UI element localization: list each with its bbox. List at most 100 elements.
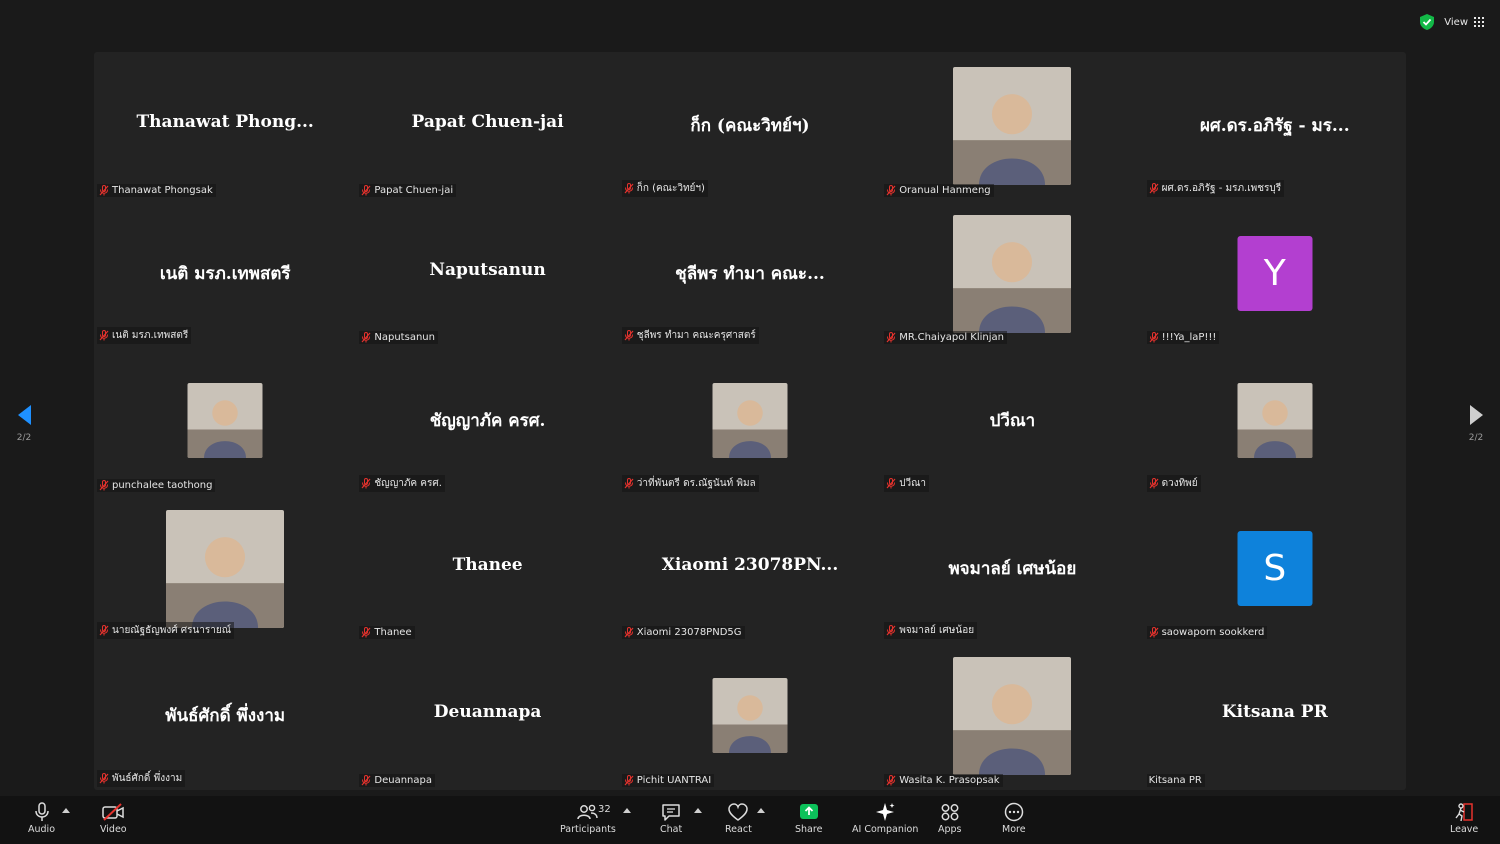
leave-button[interactable]: Leave [1450, 802, 1478, 835]
participants-label: Participants [560, 824, 616, 835]
profile-photo-placeholder [953, 657, 1072, 776]
participant-name-tag: Wasita K. Prasopsak [884, 774, 1003, 787]
participant-name-tag: ก็ก (คณะวิทย์ฯ) [621, 179, 708, 197]
microphone-muted-icon [624, 182, 634, 194]
participant-display-name: Thanee [452, 554, 523, 575]
participant-tile[interactable]: Wasita K. Prasopsak [881, 642, 1143, 790]
ai-companion-button[interactable]: AI Companion [852, 802, 918, 835]
participant-name: Kitsana PR [1148, 775, 1202, 786]
participant-name: punchalee taothong [112, 479, 213, 491]
apps-button[interactable]: Apps [938, 802, 962, 835]
microphone-muted-icon [361, 477, 371, 489]
participants-icon [577, 804, 598, 820]
video-label: Video [100, 824, 127, 835]
next-page-button[interactable]: 2/2 [1462, 405, 1490, 443]
chat-options-caret[interactable] [694, 808, 702, 813]
participant-name: ว่าที่พันตรี ดร.ณัฐนันท์ พิมล [636, 477, 756, 489]
participant-tile[interactable]: Deuannapa Deuannapa [356, 642, 618, 790]
react-button[interactable]: React [725, 802, 752, 835]
participant-tile[interactable]: พันธ์ศักดิ์ พึ่งงาม พันธ์ศักดิ์ พึ่งงาม [94, 642, 356, 790]
participant-name-tag: ผศ.ดร.อภิรัฐ - มรภ.เพชรบุรี [1146, 179, 1285, 197]
participant-tile[interactable]: พจมาลย์ เศษน้อย พจมาลย์ เศษน้อย [881, 495, 1143, 643]
participant-name-tag: ดวงทิพย์ [1146, 474, 1201, 492]
participant-name: Thanee [374, 627, 412, 639]
participant-name: เนติ มรภ.เทพสตรี [112, 330, 189, 342]
video-off-icon [102, 803, 125, 821]
share-screen-icon [799, 804, 818, 819]
sparkle-icon [876, 803, 895, 821]
participant-tile[interactable]: Xiaomi 23078PN... Xiaomi 23078PND5G [619, 495, 881, 643]
participant-tile[interactable]: MR.Chaiyapol Klinjan [881, 200, 1143, 348]
participant-name-tag: ชุลีพร ทำมา คณะครุศาสตร์ [621, 327, 759, 345]
participant-tile[interactable]: ก็ก (คณะวิทย์ฯ) ก็ก (คณะวิทย์ฯ) [619, 52, 881, 200]
participant-tile[interactable]: Y !!!Ya_laP!!! [1144, 200, 1406, 348]
participant-name: saowaporn sookkerd [1161, 627, 1265, 639]
microphone-muted-icon [886, 625, 896, 636]
top-controls: View [1420, 13, 1484, 31]
participant-gallery: Thanawat Phong... Thanawat Phongsak Papat … [94, 52, 1406, 790]
audio-options-caret[interactable] [62, 808, 70, 813]
microphone-muted-icon [624, 775, 634, 786]
participant-name: พันธ์ศักดิ์ พึ่งงาม [112, 773, 183, 784]
participant-tile[interactable]: punchalee taothong [94, 347, 356, 495]
participant-tile[interactable]: ปวีณา ปวีณา [881, 347, 1143, 495]
participant-tile[interactable]: ผศ.ดร.อภิรัฐ - มร... ผศ.ดร.อภิรัฐ - มรภ.เ… [1144, 52, 1406, 200]
participant-tile[interactable]: ชัญญาภัค ครศ. ชัญญาภัค ครศ. [356, 347, 618, 495]
previous-page-button[interactable]: 2/2 [10, 405, 38, 443]
participant-tile[interactable]: ว่าที่พันตรี ดร.ณัฐนันท์ พิมล [619, 347, 881, 495]
profile-photo-placeholder [712, 678, 788, 754]
participant-tile[interactable]: Ssaowaporn sookkerd [1144, 495, 1406, 643]
participant-display-name: ก็ก (คณะวิทย์ฯ) [690, 116, 810, 136]
video-button[interactable]: Video [100, 802, 127, 835]
chat-icon [662, 804, 680, 821]
microphone-muted-icon [624, 330, 634, 341]
react-options-caret[interactable] [757, 808, 765, 813]
participants-count: 32 [598, 804, 611, 815]
more-button[interactable]: More [1002, 802, 1026, 835]
participants-options-caret[interactable] [623, 808, 631, 813]
apps-icon [941, 804, 959, 821]
participant-name-tag: พจมาลย์ เศษน้อย [884, 622, 978, 640]
profile-photo-placeholder [187, 383, 263, 459]
participant-display-name: พันธ์ศักดิ์ พึ่งงาม [165, 706, 286, 727]
profile-photo-placeholder [166, 509, 285, 628]
leave-door-icon [1455, 803, 1473, 822]
participant-tile[interactable]: Thanawat Phong... Thanawat Phongsak [94, 52, 356, 200]
ai-companion-label: AI Companion [852, 824, 919, 835]
security-shield-icon[interactable] [1420, 14, 1435, 30]
more-label: More [1002, 824, 1026, 835]
participant-tile[interactable]: Pichit UANTRAI [619, 642, 881, 790]
participant-tile[interactable]: ดวงทิพย์ [1144, 347, 1406, 495]
participant-name: Xiaomi 23078PND5G [636, 627, 742, 639]
chat-button[interactable]: Chat [660, 802, 682, 835]
participant-name: Papat Chuen-jai [374, 184, 454, 196]
microphone-muted-icon [361, 627, 371, 638]
microphone-muted-icon [886, 775, 896, 786]
participant-name: นายณัฐธัญพงศ์ ศรนารายณ์ [112, 625, 232, 637]
participant-tile[interactable]: Papat Chuen-jai Papat Chuen-jai [356, 52, 618, 200]
participant-name: ก็ก (คณะวิทย์ฯ) [636, 182, 705, 194]
view-button[interactable]: View [1444, 17, 1484, 28]
participant-tile[interactable]: Naputsanun Naputsanun [356, 200, 618, 348]
participant-tile[interactable]: เนติ มรภ.เทพสตรี เนติ มรภ.เทพสตรี [94, 200, 356, 348]
participant-tile[interactable]: นายณัฐธัญพงศ์ ศรนารายณ์ [94, 495, 356, 643]
microphone-muted-icon [99, 773, 109, 784]
react-label: React [725, 824, 752, 835]
participant-display-name: Papat Chuen-jai [411, 112, 564, 132]
participant-display-name: Naputsanun [429, 259, 546, 280]
participant-tile[interactable]: Thanee Thanee [356, 495, 618, 643]
participant-tile[interactable]: ชุลีพร ทำมา คณะ... ชุลีพร ทำมา คณะครุศาสต… [619, 200, 881, 348]
arrow-left-icon [17, 405, 31, 425]
participant-name: ชุลีพร ทำมา คณะครุศาสตร์ [636, 330, 756, 342]
arrow-right-icon [1469, 405, 1483, 425]
participant-name-tag: Oranual Hanmeng [884, 183, 994, 197]
participant-tile[interactable]: Kitsana PR Kitsana PR [1144, 642, 1406, 790]
profile-photo-placeholder [953, 67, 1072, 185]
audio-label: Audio [28, 824, 56, 835]
participant-name-tag: Deuannapa [359, 774, 435, 787]
participant-tile[interactable]: Oranual Hanmeng [881, 52, 1143, 200]
share-button[interactable]: Share [795, 802, 822, 835]
participant-name: MR.Chaiyapol Klinjan [899, 332, 1004, 344]
audio-button[interactable]: Audio [28, 802, 55, 835]
participant-name: Pichit UANTRAI [636, 775, 712, 786]
